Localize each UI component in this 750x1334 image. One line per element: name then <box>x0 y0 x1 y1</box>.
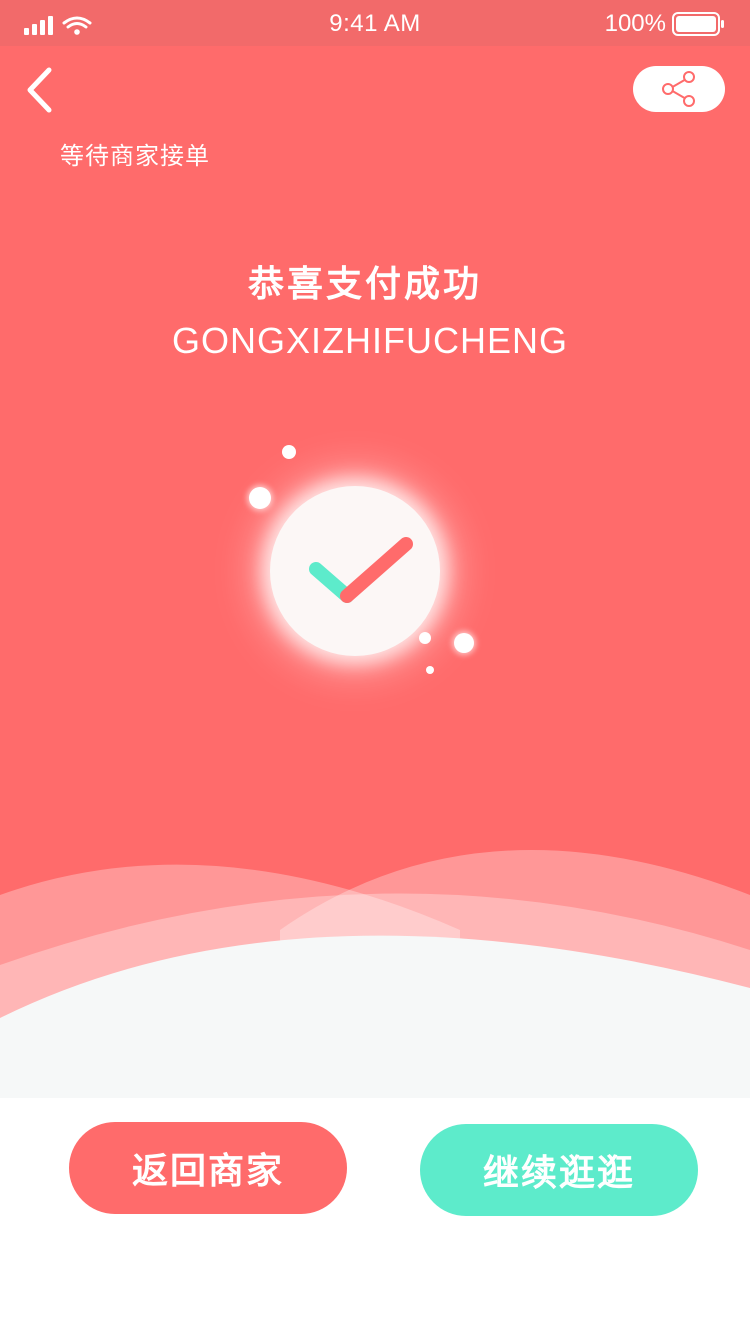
status-battery: 100% <box>605 10 726 38</box>
back-button[interactable] <box>18 62 68 118</box>
payment-success-title: 恭喜支付成功 <box>247 264 482 305</box>
hero-background: 9:41 AM 100% 等待商家接单 恭喜支付成功 GONGXIZHIFUCH… <box>0 0 750 1098</box>
sparkle-dot <box>282 445 296 459</box>
wave-decoration <box>0 850 750 1098</box>
sparkle-dot <box>249 487 271 509</box>
back-to-shop-button[interactable]: 返回商家 <box>69 1122 347 1214</box>
check-icon <box>309 537 413 603</box>
battery-percentage: 100% <box>604 10 666 37</box>
share-button[interactable] <box>633 66 725 112</box>
share-icon <box>662 71 695 107</box>
chevron-left-icon <box>27 67 52 113</box>
status-bar: 9:41 AM 100% <box>0 0 750 46</box>
order-status-text: 等待商家接单 <box>60 142 210 170</box>
sparkle-dot <box>454 633 474 653</box>
sparkle-dot <box>426 666 434 674</box>
battery-icon <box>672 12 724 36</box>
continue-shopping-button[interactable]: 继续逛逛 <box>420 1124 698 1216</box>
payment-success-subtitle: GONGXIZHIFUCHENG <box>171 320 568 361</box>
